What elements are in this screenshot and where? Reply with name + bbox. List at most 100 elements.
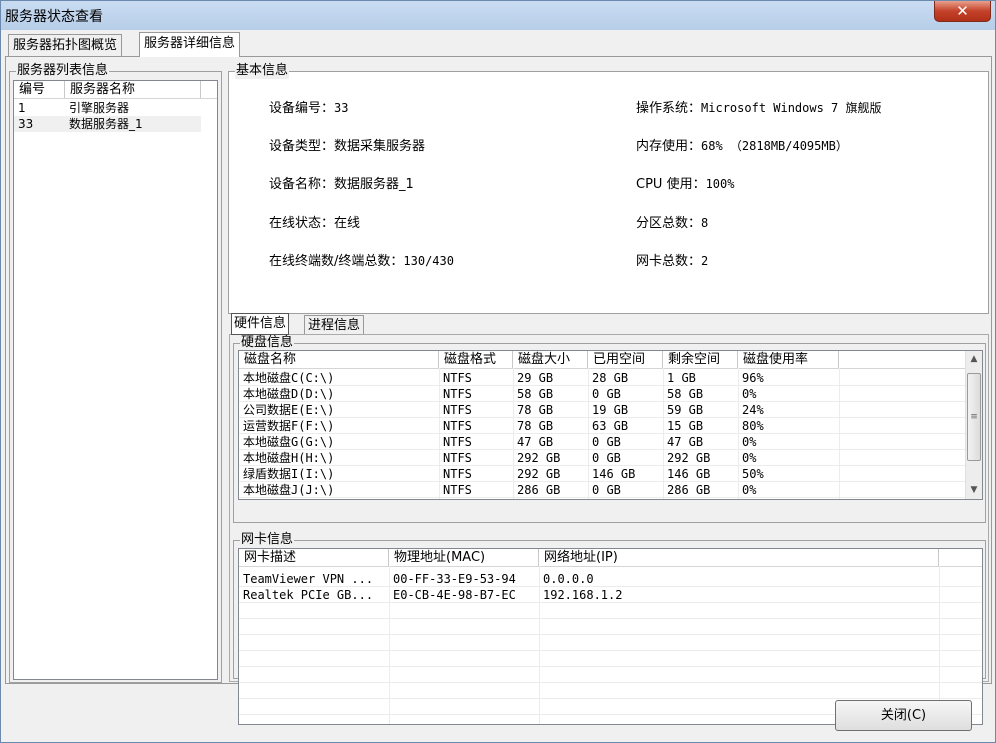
disk-usage: 0%: [742, 483, 757, 497]
disk-used: 0 GB: [592, 451, 621, 465]
disk-free: 292 GB: [667, 451, 711, 465]
terminal-count-value: 130/430: [403, 254, 454, 268]
column-header-id[interactable]: 编号: [14, 81, 65, 98]
server-row-1[interactable]: 1 引擎服务器: [14, 100, 217, 116]
row-gridline: [239, 497, 965, 498]
scroll-down-icon[interactable]: ▼: [966, 482, 982, 498]
disk-row[interactable]: 本地磁盘C(C:\) NTFS 29 GB 28 GB 1 GB 96%: [239, 370, 965, 386]
cpu-usage-label: CPU 使用：: [636, 177, 706, 192]
disk-free: 15 GB: [667, 419, 704, 433]
nic-table[interactable]: 网卡描述 物理地址(MAC) 网络地址(IP) TeamViewer VPN .…: [238, 548, 983, 725]
disk-free: 59 GB: [667, 403, 704, 417]
memory-usage-value: 68% （2818MB/4095MB）: [701, 139, 848, 153]
disk-size: 292 GB: [517, 467, 561, 481]
server-name: 数据服务器_1: [69, 117, 143, 131]
server-row-33-selected[interactable]: 33 数据服务器_1: [14, 116, 201, 132]
disk-usage: 96%: [742, 371, 764, 385]
title-bar: 服务器状态查看 ✕: [1, 1, 995, 30]
disk-free: 1 GB: [667, 371, 696, 385]
column-header-ip-address[interactable]: 网络地址(IP): [539, 549, 939, 566]
device-id-value: 33: [334, 101, 349, 115]
tab-topology-overview[interactable]: 服务器拓扑图概览: [8, 34, 123, 56]
disk-format: NTFS: [443, 483, 472, 497]
row-gridline: [239, 698, 982, 699]
nic-ip: 0.0.0.0: [543, 572, 594, 586]
terminal-count-field: 在线终端数/终端总数：130/430: [269, 250, 454, 269]
tab-label: 服务器拓扑图概览: [13, 38, 118, 53]
disk-table-header: 磁盘名称 磁盘格式 磁盘大小 已用空间 剩余空间 磁盘使用率: [239, 351, 966, 369]
column-header-disk-name[interactable]: 磁盘名称: [239, 351, 439, 368]
disk-table[interactable]: 磁盘名称 磁盘格式 磁盘大小 已用空间 剩余空间 磁盘使用率 本地磁盘C(C:\…: [238, 350, 983, 500]
window-client-area: 服务器拓扑图概览 服务器详细信息 服务器列表信息 编号 服务器名称 1 引擎服务…: [5, 30, 992, 740]
nic-table-header: 网卡描述 物理地址(MAC) 网络地址(IP): [239, 549, 982, 567]
disk-row[interactable]: 本地磁盘J(J:\) NTFS 286 GB 0 GB 286 GB 0%: [239, 482, 965, 498]
scrollbar-thumb[interactable]: ≡: [967, 373, 981, 461]
server-list[interactable]: 编号 服务器名称 1 引擎服务器 33 数据服务器_1: [13, 80, 218, 680]
disk-row[interactable]: 绿盾数据I(I:\) NTFS 292 GB 146 GB 146 GB 50%: [239, 466, 965, 482]
scroll-up-icon[interactable]: ▲: [966, 351, 982, 367]
disk-row[interactable]: 公司数据E(E:\) NTFS 78 GB 19 GB 59 GB 24%: [239, 402, 965, 418]
disk-row[interactable]: 本地磁盘H(H:\) NTFS 292 GB 0 GB 292 GB 0%: [239, 450, 965, 466]
tab-server-details[interactable]: 服务器详细信息: [139, 32, 241, 57]
disk-size: 58 GB: [517, 387, 554, 401]
disk-free: 47 GB: [667, 435, 704, 449]
disk-free: 286 GB: [667, 483, 711, 497]
column-header-usage-rate[interactable]: 磁盘使用率: [738, 351, 839, 368]
disk-row[interactable]: 本地磁盘D(D:\) NTFS 58 GB 0 GB 58 GB 0%: [239, 386, 965, 402]
nic-description: Realtek PCIe GB...: [243, 588, 374, 602]
disk-usage: 0%: [742, 435, 757, 449]
row-gridline: [239, 650, 982, 651]
window-close-button[interactable]: ✕: [934, 1, 991, 22]
disk-used: 146 GB: [592, 467, 636, 481]
disk-used: 0 GB: [592, 435, 621, 449]
column-header-nic-description[interactable]: 网卡描述: [239, 549, 389, 566]
disk-format: NTFS: [443, 451, 472, 465]
column-header-disk-format[interactable]: 磁盘格式: [439, 351, 513, 368]
nic-row[interactable]: TeamViewer VPN ... 00-FF-33-E9-53-94 0.0.0…: [239, 571, 982, 587]
device-name-value: 数据服务器_1: [334, 177, 414, 192]
scrollbar-grip-icon: ≡: [970, 412, 978, 422]
disk-format: NTFS: [443, 419, 472, 433]
online-status-field: 在线状态：在线: [269, 212, 360, 231]
basic-info-group-title: 基本信息: [235, 63, 290, 79]
disk-table-scrollbar[interactable]: ▲ ≡ ▼: [965, 351, 982, 499]
tab-process-info[interactable]: 进程信息: [304, 315, 365, 335]
column-header-server-name[interactable]: 服务器名称: [65, 81, 201, 98]
disk-used: 28 GB: [592, 371, 629, 385]
column-header-free-space[interactable]: 剩余空间: [663, 351, 738, 368]
row-gridline: [239, 602, 982, 603]
column-header-used-space[interactable]: 已用空间: [588, 351, 663, 368]
partition-count-value: 8: [701, 216, 709, 230]
server-name: 引擎服务器: [69, 101, 130, 115]
close-button[interactable]: 关闭(C): [835, 700, 972, 731]
disk-format: NTFS: [443, 435, 472, 449]
nic-count-label: 网卡总数：: [636, 254, 702, 269]
online-status-value: 在线: [334, 216, 361, 231]
disk-size: 78 GB: [517, 403, 554, 417]
nic-count-field: 网卡总数：2: [636, 250, 708, 269]
disk-name: 本地磁盘C(C:\): [243, 371, 335, 385]
disk-used: 0 GB: [592, 387, 621, 401]
disk-used: 0 GB: [592, 483, 621, 497]
column-header-disk-size[interactable]: 磁盘大小: [513, 351, 588, 368]
disk-size: 29 GB: [517, 371, 554, 385]
partition-count-label: 分区总数：: [636, 216, 702, 231]
close-button-label: 关闭(C): [880, 708, 927, 723]
disk-row[interactable]: 本地磁盘G(G:\) NTFS 47 GB 0 GB 47 GB 0%: [239, 434, 965, 450]
tab-label: 硬件信息: [234, 316, 287, 331]
disk-row[interactable]: 运营数据F(F:\) NTFS 78 GB 63 GB 15 GB 80%: [239, 418, 965, 434]
os-value: Microsoft Windows 7 旗舰版: [701, 101, 882, 115]
disk-format: NTFS: [443, 403, 472, 417]
tab-hardware-info[interactable]: 硬件信息: [231, 313, 290, 335]
row-gridline: [239, 666, 982, 667]
disk-format: NTFS: [443, 371, 472, 385]
server-list-header: 编号 服务器名称: [14, 81, 217, 99]
device-type-value: 数据采集服务器: [334, 139, 426, 154]
device-name-label: 设备名称：: [269, 177, 335, 192]
os-field: 操作系统：Microsoft Windows 7 旗舰版: [636, 97, 882, 116]
nic-info-group-title: 网卡信息: [240, 532, 295, 548]
close-icon: ✕: [956, 2, 969, 20]
column-header-mac-address[interactable]: 物理地址(MAC): [389, 549, 539, 566]
nic-row[interactable]: Realtek PCIe GB... E0-CB-4E-98-B7-EC 192.1…: [239, 587, 982, 603]
server-id: 33: [18, 117, 34, 131]
